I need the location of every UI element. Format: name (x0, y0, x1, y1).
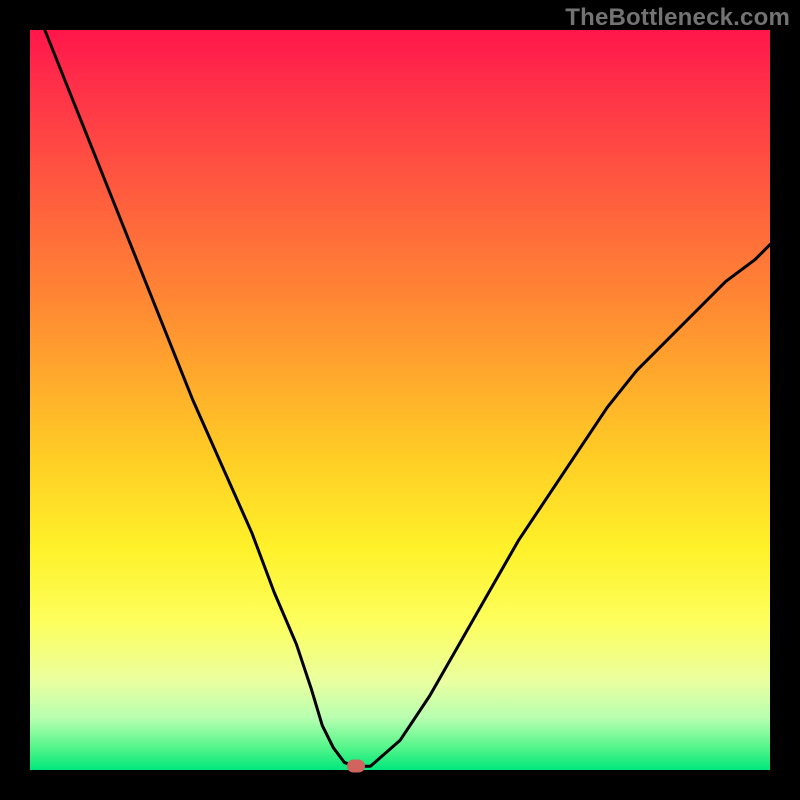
chart-frame: TheBottleneck.com (0, 0, 800, 800)
minimum-marker (347, 760, 365, 773)
bottleneck-curve (30, 30, 770, 770)
plot-area (30, 30, 770, 770)
watermark-text: TheBottleneck.com (565, 4, 790, 32)
